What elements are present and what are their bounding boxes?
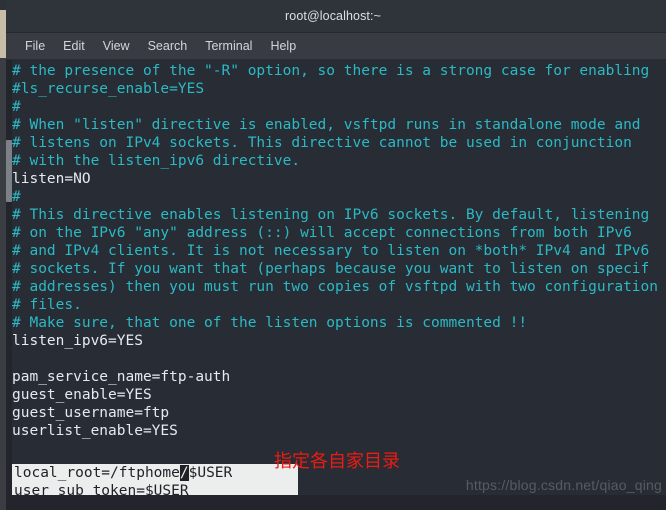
terminal-line: #	[12, 99, 21, 115]
menu-item-search[interactable]: Search	[139, 37, 197, 55]
terminal-body[interactable]: # the presence of the "-R" option, so th…	[6, 60, 666, 510]
menu-item-edit[interactable]: Edit	[54, 37, 94, 55]
menu-item-view[interactable]: View	[94, 37, 139, 55]
terminal-line: pam_service_name=ftp-auth	[12, 369, 231, 385]
terminal-line: # on the IPv6 "any" address (::) will ac…	[12, 225, 632, 241]
terminal-line: # the presence of the "-R" option, so th…	[12, 63, 650, 79]
terminal-line: listen_ipv6=YES	[12, 333, 143, 349]
menu-item-help[interactable]: Help	[261, 37, 305, 55]
window-titlebar[interactable]: root@localhost:~	[6, 0, 666, 33]
annotation-chinese-note: 指定各自家目录	[274, 451, 400, 472]
menu-item-terminal[interactable]: Terminal	[196, 37, 261, 55]
editor-text-area[interactable]: # the presence of the "-R" option, so th…	[12, 60, 666, 440]
local-root-text-after-cursor: $USER	[188, 465, 233, 481]
terminal-line: # Make sure, that one of the listen opti…	[12, 315, 528, 331]
terminal-line: # This directive enables listening on IP…	[12, 207, 650, 223]
terminal-line: #	[12, 189, 21, 205]
config-line-local-root: local_root=/ftphome/$USER	[12, 464, 298, 482]
terminal-line: # sockets. If you want that (perhaps bec…	[12, 261, 650, 277]
terminal-bottom-strip	[6, 495, 666, 510]
window-title: root@localhost:~	[285, 9, 381, 23]
terminal-scrollbar-thumb[interactable]	[6, 140, 12, 202]
watermark-url: https://blog.csdn.net/qiao_qing	[465, 477, 662, 493]
terminal-line: # addresses) then you must run two copie…	[12, 279, 659, 295]
terminal-line: #ls_recurse_enable=YES	[12, 81, 205, 97]
terminal-line: userlist_enable=YES	[12, 423, 178, 439]
terminal-line: # files.	[12, 297, 82, 313]
menu-item-file[interactable]: File	[16, 37, 54, 55]
terminal-line: guest_username=ftp	[12, 405, 170, 421]
terminal-line: # listens on IPv4 sockets. This directiv…	[12, 135, 632, 151]
local-root-text-before-cursor: local_root=/ftphome	[14, 465, 180, 481]
terminal-window: root@localhost:~ File Edit View Search T…	[6, 0, 666, 510]
terminal-line: # When "listen" directive is enabled, vs…	[12, 117, 641, 133]
terminal-line: # and IPv4 clients. It is not necessary …	[12, 243, 650, 259]
desktop-screen: root@localhost:~ File Edit View Search T…	[0, 0, 666, 510]
terminal-line: listen=NO	[12, 171, 91, 187]
text-cursor: /	[179, 465, 189, 481]
terminal-line: guest_enable=YES	[12, 387, 152, 403]
terminal-line: # with the listen_ipv6 directive.	[12, 153, 301, 169]
terminal-scrollbar[interactable]	[6, 60, 12, 510]
menubar: File Edit View Search Terminal Help	[6, 33, 666, 60]
